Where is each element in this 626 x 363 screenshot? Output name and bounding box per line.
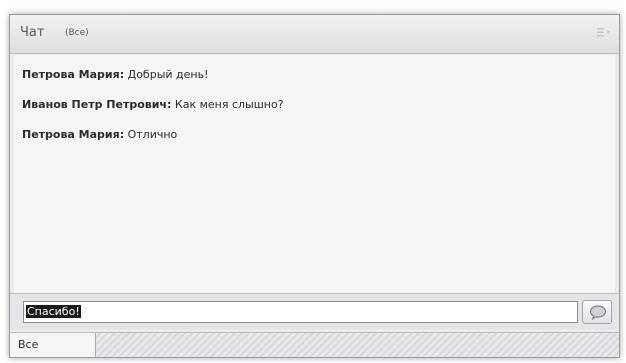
speech-bubble-icon	[589, 305, 607, 320]
message-input[interactable]: Спасибо!	[23, 301, 578, 323]
message-text: Отлично	[127, 128, 178, 141]
message-list: Петрова Мария: Добрый день! Иванов Петр …	[14, 55, 615, 295]
chat-header: Чат (Все)	[10, 15, 619, 54]
chat-title: Чат	[20, 25, 45, 40]
chat-footer: Все	[10, 332, 619, 357]
message-author: Петрова Мария:	[22, 68, 125, 81]
list-menu-icon[interactable]	[597, 27, 611, 37]
tab-all[interactable]: Все	[10, 333, 96, 357]
message-text: Как меня слышно?	[174, 98, 284, 111]
message-author: Петрова Мария:	[22, 128, 125, 141]
message-input-text: Спасибо!	[26, 305, 81, 318]
message-item: Иванов Петр Петрович: Как меня слышно?	[22, 98, 284, 111]
chat-panel: Чат (Все) Петрова Мария: Добрый день! Ив…	[9, 14, 620, 358]
send-button[interactable]	[582, 300, 612, 324]
recipient-filter[interactable]: (Все)	[65, 28, 89, 38]
message-author: Иванов Петр Петрович:	[22, 98, 172, 111]
message-item: Петрова Мария: Добрый день!	[22, 68, 209, 81]
message-text: Добрый день!	[127, 68, 209, 81]
message-compose-bar: Спасибо!	[10, 293, 619, 329]
message-item: Петрова Мария: Отлично	[22, 128, 177, 141]
